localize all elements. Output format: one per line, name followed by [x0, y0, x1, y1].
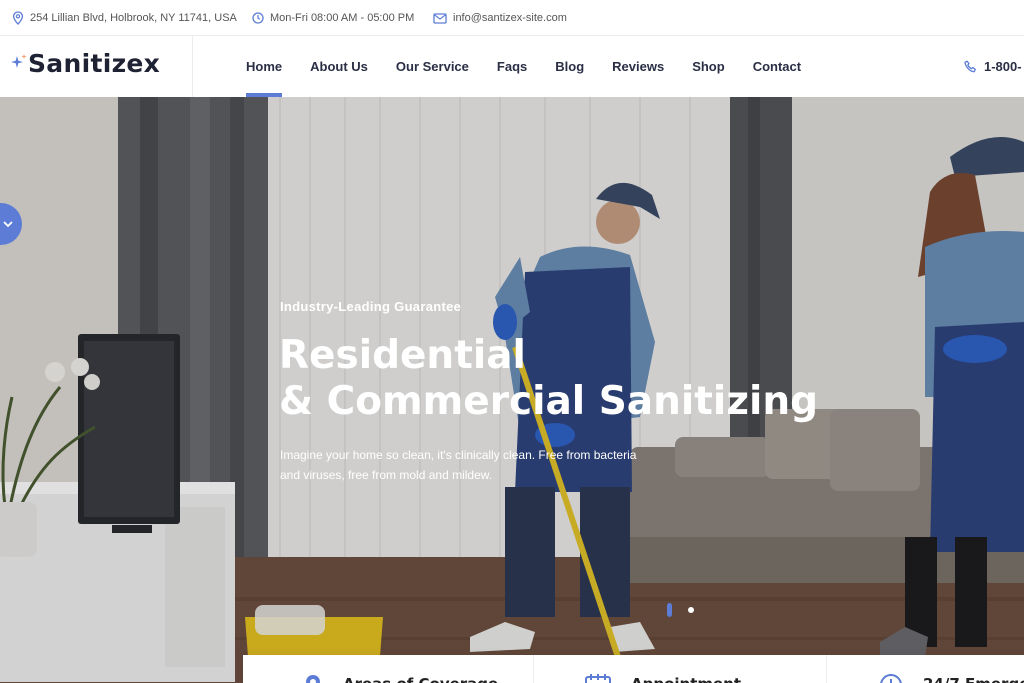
address-info: 254 Lillian Blvd, Holbrook, NY 11741, US… [12, 0, 237, 36]
hero-tagline: Industry-Leading Guarantee [280, 299, 462, 314]
hero-title: Residential & Commercial Sanitizing [279, 333, 818, 425]
feature-strip: Areas of Coverage Appointment 24/7 Emerg… [243, 655, 1024, 683]
calendar-icon [585, 674, 611, 683]
nav-blog[interactable]: Blog [541, 36, 598, 97]
site-header: Sanitizex Home About Us Our Service Faqs… [0, 36, 1024, 97]
phone-text[interactable]: 1-800- [984, 59, 1022, 74]
feature-areas-of-coverage[interactable]: Areas of Coverage [303, 655, 498, 683]
logo-text: Sanitizex [28, 49, 161, 78]
feature-label: 24/7 Emergency [923, 675, 1024, 683]
nav-about-us[interactable]: About Us [296, 36, 382, 97]
slider-dot-1[interactable] [667, 603, 672, 617]
feature-divider [533, 655, 534, 683]
feature-divider [826, 655, 827, 683]
top-info-bar: 254 Lillian Blvd, Holbrook, NY 11741, US… [0, 0, 1024, 36]
hero-title-line-1: Residential [279, 333, 526, 378]
nav-faqs[interactable]: Faqs [483, 36, 541, 97]
site-logo[interactable]: Sanitizex [10, 49, 160, 78]
feature-label: Areas of Coverage [343, 675, 498, 683]
envelope-icon [433, 12, 447, 24]
location-pin-icon [306, 675, 320, 683]
phone-icon [964, 60, 976, 73]
nav-reviews[interactable]: Reviews [598, 36, 678, 97]
nav-contact[interactable]: Contact [739, 36, 815, 97]
hero-title-line-2: & Commercial Sanitizing [279, 379, 819, 424]
hero-slider: Industry-Leading Guarantee Residential &… [0, 97, 1024, 683]
email-text[interactable]: info@santizex-site.com [453, 12, 567, 24]
address-text: 254 Lillian Blvd, Holbrook, NY 11741, US… [30, 12, 237, 24]
feature-24-7-emergency[interactable]: 24/7 Emergency [879, 655, 1024, 683]
phone-link[interactable]: 1-800- [964, 36, 1022, 97]
hero-description: Imagine your home so clean, it's clinica… [280, 448, 637, 482]
location-pin-icon [12, 11, 24, 25]
nav-our-service[interactable]: Our Service [382, 36, 483, 97]
clock-icon [252, 12, 264, 24]
feature-label: Appointment [631, 675, 741, 683]
email-info[interactable]: info@santizex-site.com [433, 0, 567, 36]
chevron-down-icon [3, 221, 13, 228]
hours-text: Mon-Fri 08:00 AM - 05:00 PM [270, 12, 415, 24]
hours-info: Mon-Fri 08:00 AM - 05:00 PM [252, 0, 414, 36]
slider-dots [667, 603, 710, 617]
slider-dot-2[interactable] [688, 607, 694, 613]
nav-shop[interactable]: Shop [678, 36, 739, 97]
feature-appointment[interactable]: Appointment [585, 655, 741, 683]
clock-icon [880, 674, 902, 683]
header-divider [192, 36, 193, 97]
nav-home[interactable]: Home [232, 36, 296, 97]
sparkle-icon [11, 53, 27, 68]
main-nav: Home About Us Our Service Faqs Blog Revi… [232, 36, 815, 97]
